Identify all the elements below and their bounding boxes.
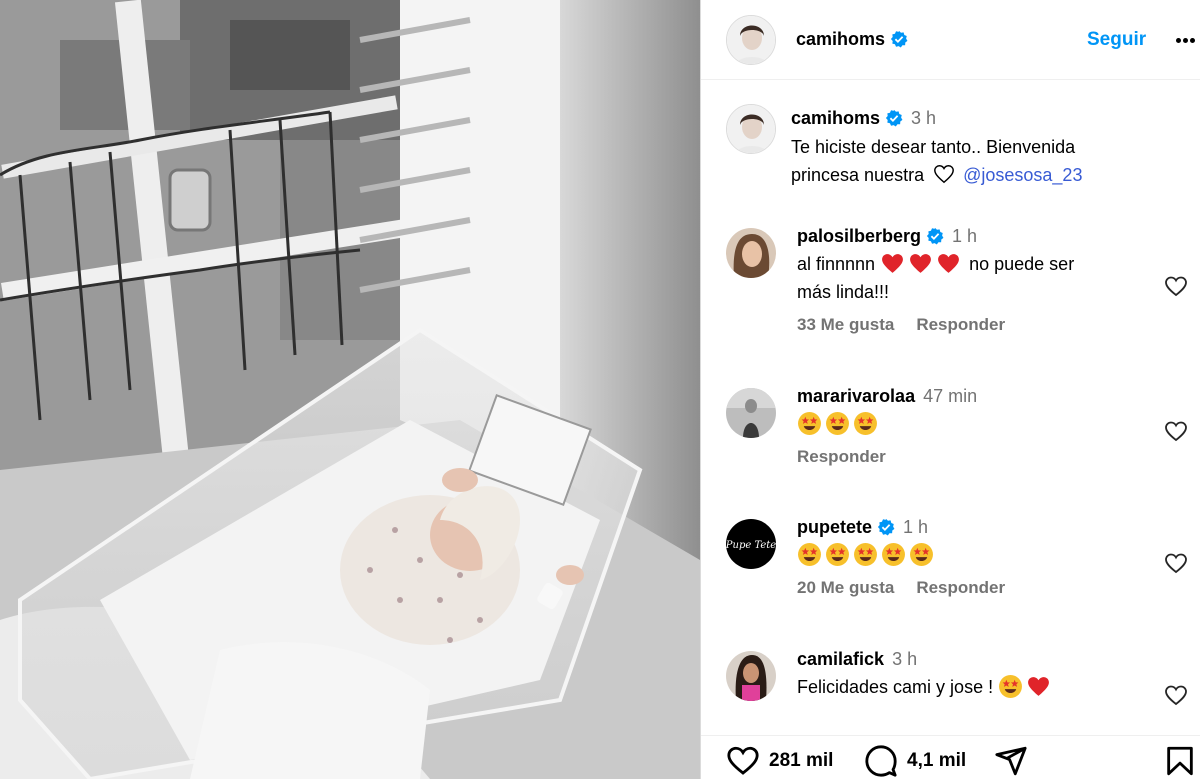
caption-author-username[interactable]: camihoms [791, 108, 880, 128]
author-avatar[interactable] [726, 15, 776, 65]
comment-count[interactable]: 4,1 mil [907, 750, 966, 772]
like-comment-heart-icon[interactable] [1164, 420, 1188, 442]
post-header: camihoms Seguir [701, 0, 1200, 80]
comment-text [797, 541, 1137, 569]
caption-body: camihoms 3 h Te hiciste desear tanto.. Bi… [791, 108, 1181, 189]
commenter-avatar[interactable] [726, 651, 776, 701]
comment-body: palosilberberg 1 h al finnnnn no puede se… [797, 226, 1137, 335]
comment-text-part-1: al finnnnn [797, 254, 876, 274]
avatar-logo-text: Pupe Tete [726, 540, 776, 551]
comment-time[interactable]: 1 h [952, 226, 977, 246]
newborn-in-bassinet-image [0, 0, 700, 779]
comment-body: pupetete 1 h 20 Me gusta Responder [797, 517, 1137, 598]
comment-meta: Responder [797, 447, 1137, 467]
verified-badge-icon [877, 518, 895, 536]
comment-likes-count[interactable]: 33 Me gusta [797, 315, 894, 334]
comment-likes-count[interactable]: 20 Me gusta [797, 578, 894, 597]
caption-time[interactable]: 3 h [911, 108, 936, 128]
caption-mention-link[interactable]: @josesosa_23 [963, 165, 1082, 185]
instagram-post-view: camihoms Seguir camihoms 3 h Te hiciste d… [0, 0, 1200, 779]
caption-text: Te hiciste desear tanto.. Bienvenida pri… [791, 133, 1181, 189]
author-username[interactable]: camihoms [796, 29, 908, 50]
reply-button[interactable]: Responder [916, 315, 1005, 334]
star-struck-emoji [882, 543, 905, 566]
commenter-avatar[interactable] [726, 388, 776, 438]
red-heart-emoji [882, 254, 904, 273]
like-icon [727, 746, 759, 775]
caption-text-line-2: princesa nuestra [791, 165, 925, 185]
author-username-text[interactable]: camihoms [796, 29, 885, 49]
commenter-avatar-image: Pupe Tete [726, 519, 776, 569]
follow-button[interactable]: Seguir [1087, 29, 1146, 51]
like-comment-heart-icon[interactable] [1164, 684, 1188, 706]
commenter-username[interactable]: pupetete [797, 517, 872, 537]
red-heart-emoji [910, 254, 932, 273]
comment-text: Felicidades cami y jose ! [797, 673, 1137, 701]
share-button[interactable] [994, 744, 1028, 778]
comment-body: mararivarolaa 47 min Responder [797, 386, 1137, 467]
like-comment-heart-icon[interactable] [1164, 552, 1188, 574]
comment-time[interactable]: 1 h [903, 517, 928, 537]
like-count[interactable]: 281 mil [769, 750, 833, 772]
commenter-avatar[interactable]: Pupe Tete [726, 519, 776, 569]
comment-icon [865, 745, 897, 777]
caption-text-line-1: Te hiciste desear tanto.. Bienvenida [791, 137, 1076, 157]
comment-button[interactable]: 4,1 mil [864, 744, 966, 778]
commenter-avatar-image [726, 228, 776, 278]
commenter-username[interactable]: mararivarolaa [797, 386, 915, 406]
red-heart-emoji [1028, 677, 1050, 696]
verified-badge-icon [890, 30, 908, 48]
comment-text: al finnnnn no puede ser más linda!!! [797, 250, 1137, 306]
commenter-username[interactable]: palosilberberg [797, 226, 921, 246]
commenter-avatar-image [726, 388, 776, 438]
comment-text [797, 410, 1137, 438]
save-icon [1167, 746, 1193, 776]
star-struck-emoji [999, 675, 1023, 698]
star-struck-emoji [854, 543, 877, 566]
star-struck-emoji [910, 543, 933, 566]
star-struck-emoji [798, 412, 821, 435]
author-avatar-image [727, 16, 775, 64]
post-sidebar: camihoms Seguir camihoms 3 h Te hiciste d… [700, 0, 1200, 779]
red-heart-emoji [938, 254, 960, 273]
comment-text-part-1: Felicidades cami y jose ! [797, 677, 994, 697]
post-action-bar: 281 mil 4,1 mil [701, 735, 1200, 779]
star-struck-emoji [826, 543, 849, 566]
caption-author-avatar-image [727, 105, 775, 153]
verified-badge-icon [926, 227, 944, 245]
post-photo[interactable] [0, 0, 700, 779]
like-button[interactable]: 281 mil [726, 744, 833, 778]
commenter-avatar-image [726, 651, 776, 701]
comment-meta: 33 Me gusta Responder [797, 315, 1137, 335]
like-comment-heart-icon[interactable] [1164, 275, 1188, 297]
star-struck-emoji [798, 543, 821, 566]
comment-text-line-2: más linda!!! [797, 282, 890, 302]
commenter-avatar[interactable] [726, 228, 776, 278]
star-struck-emoji [826, 412, 849, 435]
save-button[interactable] [1163, 744, 1197, 778]
caption-author-avatar[interactable] [726, 104, 776, 154]
white-heart-emoji [934, 165, 954, 184]
more-options-icon[interactable] [1176, 38, 1196, 44]
share-icon [995, 746, 1027, 776]
comment-time[interactable]: 3 h [892, 649, 917, 669]
star-struck-emoji [854, 412, 877, 435]
comment-body: camilafick 3 h Felicidades cami y jose ! [797, 649, 1137, 701]
comment-time[interactable]: 47 min [923, 386, 977, 406]
commenter-username[interactable]: camilafick [797, 649, 884, 669]
reply-button[interactable]: Responder [797, 447, 886, 466]
verified-badge-icon [885, 109, 903, 127]
comment-text-part-2: no puede ser [969, 254, 1075, 274]
comment-meta: 20 Me gusta Responder [797, 578, 1137, 598]
reply-button[interactable]: Responder [916, 578, 1005, 597]
